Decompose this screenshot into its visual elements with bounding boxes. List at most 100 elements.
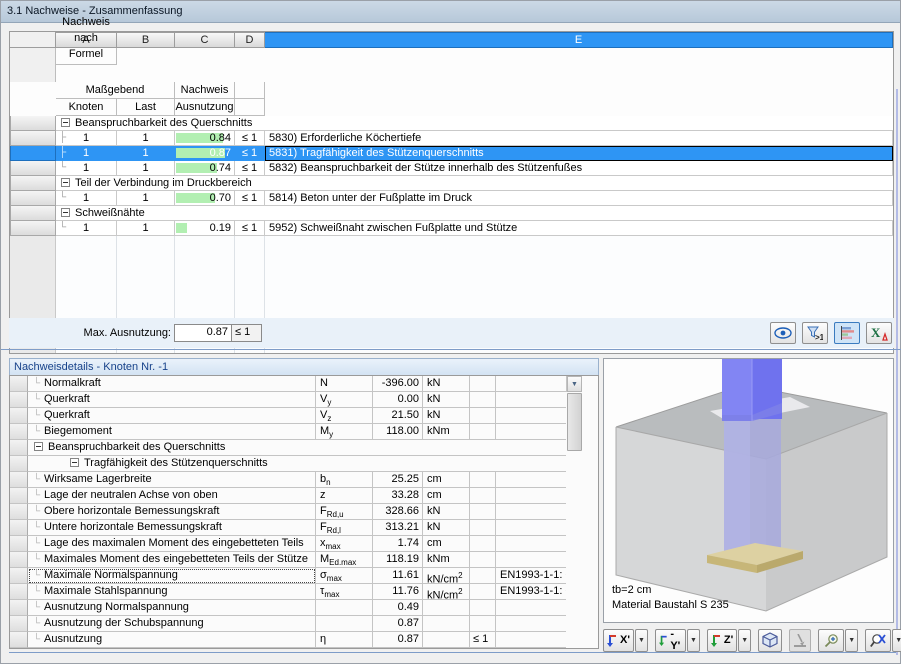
detail-row-header[interactable] xyxy=(10,632,28,648)
row-header-cell[interactable] xyxy=(10,221,56,236)
nachweis-row[interactable]: └110.70≤ 15814) Beton unter der Fußplatt… xyxy=(10,191,893,206)
view-z-group: Z' ▼ xyxy=(707,629,751,652)
export-excel-button[interactable]: X xyxy=(866,322,892,344)
filter-exceed-button[interactable]: >1 xyxy=(802,322,828,344)
detail-row-header[interactable] xyxy=(10,472,28,488)
collapse-expander-icon[interactable] xyxy=(34,442,43,451)
detail-label: └Normalkraft xyxy=(28,376,316,392)
svg-text:>1: >1 xyxy=(815,333,823,341)
column-foundation-render xyxy=(604,359,893,622)
collapse-expander-icon[interactable] xyxy=(61,178,70,187)
detail-check xyxy=(470,536,496,552)
detail-row[interactable]: └Obere horizontale BemessungskraftFRd,u3… xyxy=(10,504,598,520)
detail-row[interactable]: └Maximale Normalspannungσmax11.61kN/cm2E… xyxy=(10,568,598,584)
zoom-cancel-button[interactable] xyxy=(865,629,891,652)
detail-row-header[interactable] xyxy=(10,488,28,504)
detail-row-header[interactable] xyxy=(10,584,28,600)
detail-row-header[interactable] xyxy=(10,552,28,568)
col-header-e[interactable]: E xyxy=(265,32,893,48)
detail-row[interactable]: └Lage der neutralen Achse von obenz33.28… xyxy=(10,488,598,504)
detail-value: 21.50 xyxy=(373,408,423,424)
detail-row[interactable]: └Untere horizontale BemessungskraftFRd,l… xyxy=(10,520,598,536)
detail-row-header[interactable] xyxy=(10,424,28,440)
view-in-plane-button[interactable] xyxy=(789,629,811,652)
detail-row-header[interactable] xyxy=(10,520,28,536)
detail-label: └Ausnutzung der Schubspannung xyxy=(28,616,316,632)
detail-row[interactable]: └NormalkraftN-396.00kN▲▼ xyxy=(10,376,598,392)
zoom-in-button[interactable] xyxy=(818,629,844,652)
detail-row[interactable]: └QuerkraftVy0.00kN xyxy=(10,392,598,408)
detail-row-header[interactable] xyxy=(10,392,28,408)
row-header-cell[interactable] xyxy=(10,116,56,131)
detail-row-header[interactable] xyxy=(10,504,28,520)
col-header-b[interactable]: B xyxy=(117,32,175,48)
detail-value: 118.00 xyxy=(373,424,423,440)
detail-label: └Lage der neutralen Achse von oben xyxy=(28,488,316,504)
zoom-in-icon xyxy=(824,633,839,648)
view-z-dropdown[interactable]: ▼ xyxy=(738,629,751,652)
detail-row[interactable]: └Wirksame Lagerbreitebn25.25cm xyxy=(10,472,598,488)
arrow-to-plane-icon xyxy=(793,634,807,647)
nachweis-row[interactable]: ├110.84≤ 15830) Erforderliche Köchertief… xyxy=(10,131,893,146)
detail-row[interactable]: └Lage des maximalen Moment des eingebett… xyxy=(10,536,598,552)
view-x-dropdown[interactable]: ▼ xyxy=(635,629,648,652)
3d-viewport[interactable]: tb=2 cm Material Baustahl S 235 xyxy=(603,358,894,623)
detail-unit: kNm xyxy=(423,424,470,440)
detail-row-header[interactable] xyxy=(10,568,28,584)
result-diagram-button[interactable] xyxy=(834,322,860,344)
nachweis-row[interactable]: ├110.87≤ 15831) Tragfähigkeit des Stütze… xyxy=(10,146,893,161)
detail-row-header[interactable] xyxy=(10,456,28,472)
nachweis-row[interactable]: └110.74≤ 15832) Beanspruchbarkeit der St… xyxy=(10,161,893,176)
row-header-cell[interactable] xyxy=(10,206,56,221)
detail-row[interactable]: └Maximales Moment des eingebetteten Teil… xyxy=(10,552,598,568)
collapse-expander-icon[interactable] xyxy=(61,208,70,217)
visibility-button[interactable] xyxy=(770,322,796,344)
row-header-cell[interactable] xyxy=(10,191,56,206)
view-x-button[interactable]: X' xyxy=(603,629,634,652)
detail-unit: kN xyxy=(423,392,470,408)
row-header-cell[interactable] xyxy=(10,176,56,191)
detail-unit xyxy=(423,600,470,616)
view-z-button[interactable]: Z' xyxy=(707,629,737,652)
svg-text:X: X xyxy=(871,325,881,340)
detail-row-header[interactable] xyxy=(10,600,28,616)
detail-row[interactable]: └QuerkraftVz21.50kN xyxy=(10,408,598,424)
detail-row-header[interactable] xyxy=(10,440,28,456)
detail-symbol: τmax xyxy=(316,584,373,600)
nachweis-group-row[interactable]: Beanspruchbarkeit des Querschnitts xyxy=(10,116,893,131)
detail-row-header[interactable] xyxy=(10,616,28,632)
detail-row[interactable]: └Ausnutzungη0.87≤ 1 xyxy=(10,632,598,648)
detail-row-header[interactable] xyxy=(10,408,28,424)
view-y-button[interactable]: -Y' xyxy=(655,629,686,652)
collapse-expander-icon[interactable] xyxy=(61,118,70,127)
detail-row[interactable]: └Ausnutzung Normalspannung0.49 xyxy=(10,600,598,616)
detail-group-row[interactable]: Beanspruchbarkeit des Querschnitts xyxy=(10,440,598,456)
scrollbar-thumb[interactable] xyxy=(567,393,582,451)
detail-row[interactable]: └Maximale Stahlspannungτmax11.76kN/cm2EN… xyxy=(10,584,598,600)
details-scrollbar[interactable]: ▲▼ xyxy=(566,376,582,392)
nachweis-group-row[interactable]: Teil der Verbindung im Druckbereich xyxy=(10,176,893,191)
row-header-cell[interactable] xyxy=(10,146,56,161)
view-y-dropdown[interactable]: ▼ xyxy=(687,629,700,652)
detail-row-header[interactable] xyxy=(10,536,28,552)
col-header-c[interactable]: C xyxy=(175,32,235,48)
detail-row-header[interactable] xyxy=(10,376,28,392)
detail-value: 25.25 xyxy=(373,472,423,488)
nachweis-row[interactable]: └110.19≤ 15952) Schweißnaht zwischen Fuß… xyxy=(10,221,893,236)
scroll-down-button[interactable]: ▼ xyxy=(567,376,582,392)
detail-row[interactable]: └BiegemomentMy118.00kNm xyxy=(10,424,598,440)
detail-group-label: Tragfähigkeit des Stützenquerschnitts xyxy=(28,456,566,472)
zoom-dropdown[interactable]: ▼ xyxy=(845,629,858,652)
detail-group-row[interactable]: Tragfähigkeit des Stützenquerschnitts xyxy=(10,456,598,472)
detail-row[interactable]: └Ausnutzung der Schubspannung0.87 xyxy=(10,616,598,632)
col-header-d[interactable]: D xyxy=(235,32,265,48)
row-header-cell[interactable] xyxy=(10,131,56,146)
isometric-view-button[interactable] xyxy=(758,629,782,652)
collapse-expander-icon[interactable] xyxy=(70,458,79,467)
row-header-cell[interactable] xyxy=(10,161,56,176)
zoom-cancel-dropdown[interactable]: ▼ xyxy=(892,629,901,652)
details-header: Nachweisdetails - Knoten Nr. -1 xyxy=(9,358,599,375)
max-utilization-value[interactable]: 0.87 xyxy=(174,324,232,342)
detail-formula xyxy=(496,392,566,408)
nachweis-group-row[interactable]: Schweißnähte xyxy=(10,206,893,221)
